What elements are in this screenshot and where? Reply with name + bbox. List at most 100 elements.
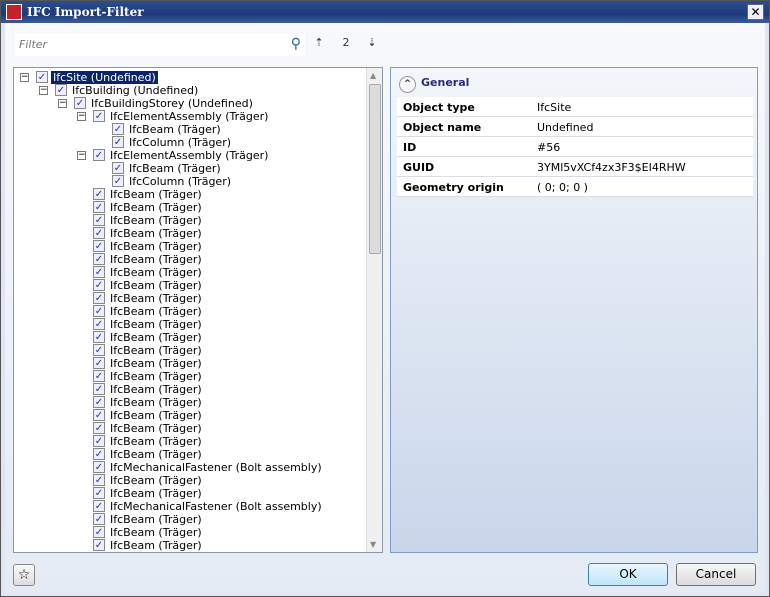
tree-item[interactable]: ✓IfcBeam (Träger) [14,409,364,422]
tree-item-checkbox[interactable]: ✓ [93,279,105,291]
tree-item-label[interactable]: IfcBeam (Träger) [108,474,204,487]
tree-item-label[interactable]: IfcElementAssembly (Träger) [108,149,270,162]
tree-item-label[interactable]: IfcBeam (Träger) [108,357,204,370]
tree-item-label[interactable]: IfcBeam (Träger) [108,552,204,553]
tree-item[interactable]: ✓ IfcColumn (Träger) [14,136,364,149]
tree-item-checkbox[interactable]: ✓ [93,409,105,421]
tree-item-label[interactable]: IfcBeam (Träger) [108,513,204,526]
tree-item[interactable]: ✓IfcBeam (Träger) [14,513,364,526]
tree-item[interactable]: ✓IfcBeam (Träger) [14,162,364,175]
tree-item[interactable]: − ✓ IfcBuildingStorey (Undefined) [14,97,364,110]
close-button[interactable]: ✕ [747,4,764,20]
tree-item[interactable]: ✓IfcBeam (Träger) [14,396,364,409]
tree-item-label[interactable]: IfcBeam (Träger) [108,539,204,552]
tree-item-checkbox[interactable]: ✓ [93,357,105,369]
tree-item-checkbox[interactable]: ✓ [74,97,86,109]
tree-item-label[interactable]: IfcBuildingStorey (Undefined) [89,97,255,110]
tree-item-label[interactable]: IfcColumn (Träger) [127,136,233,149]
tree-scrollbar[interactable]: ▲ ▼ [366,68,382,552]
tree-item-checkbox[interactable]: ✓ [93,305,105,317]
tree-item-label[interactable]: IfcBeam (Träger) [108,331,204,344]
tree-item-label[interactable]: IfcBeam (Träger) [108,201,204,214]
ifc-structure-tree[interactable]: ▲ ▼ − ✓ IfcSite (Undefined) − ✓ IfcBuilding (… [13,67,383,553]
tree-item-label[interactable]: IfcBeam (Träger) [127,123,223,136]
tree-item[interactable]: ✓IfcBeam (Träger) [14,344,364,357]
collapse-toggle-icon[interactable]: − [77,112,86,121]
general-section-header[interactable]: ^ General [399,76,469,93]
tree-item-checkbox[interactable]: ✓ [93,552,105,553]
tree-item-label[interactable]: IfcBeam (Träger) [108,279,204,292]
tree-item-label[interactable]: IfcColumn (Träger) [127,175,233,188]
tree-item-checkbox[interactable]: ✓ [93,396,105,408]
tree-item-label[interactable]: IfcBeam (Träger) [108,188,204,201]
tree-item-checkbox[interactable]: ✓ [93,383,105,395]
tree-item-checkbox[interactable]: ✓ [93,188,105,200]
tree-item-checkbox[interactable]: ✓ [36,71,48,83]
tree-item[interactable]: ✓IfcBeam (Träger) [14,305,364,318]
tree-item-checkbox[interactable]: ✓ [93,149,105,161]
tree-item-label[interactable]: IfcBeam (Träger) [108,253,204,266]
tree-item-label[interactable]: IfcMechanicalFastener (Bolt assembly) [108,461,324,474]
tree-item-checkbox[interactable]: ✓ [93,253,105,265]
tree-item-checkbox[interactable]: ✓ [93,526,105,538]
scroll-down-icon[interactable]: ▼ [370,540,376,549]
tree-item[interactable]: − ✓ IfcElementAssembly (Träger) [14,110,364,123]
tree-item[interactable]: ✓IfcBeam (Träger) [14,240,364,253]
tree-item-checkbox[interactable]: ✓ [112,175,124,187]
tree-item[interactable]: ✓IfcBeam (Träger) [14,370,364,383]
tree-item-checkbox[interactable]: ✓ [93,500,105,512]
tree-item[interactable]: ✓IfcBeam (Träger) [14,279,364,292]
tree-item[interactable]: ✓IfcBeam (Träger) [14,292,364,305]
tree-item-label[interactable]: IfcElementAssembly (Träger) [108,110,270,123]
tree-item[interactable]: ✓IfcBeam (Träger) [14,383,364,396]
tree-item[interactable]: ✓IfcBeam (Träger) [14,266,364,279]
tree-item-label[interactable]: IfcBeam (Träger) [108,409,204,422]
tree-item-checkbox[interactable]: ✓ [112,136,124,148]
tree-item-checkbox[interactable]: ✓ [93,344,105,356]
tree-item[interactable]: ✓ IfcMechanicalFastener (Bolt assembly) [14,500,364,513]
tree-item[interactable]: ✓IfcBeam (Träger) [14,487,364,500]
tree-item-label[interactable]: IfcBeam (Träger) [127,162,223,175]
tree-item-checkbox[interactable]: ✓ [112,123,124,135]
expand-level-button[interactable]: 2 [337,36,355,54]
tree-item-label[interactable]: IfcBeam (Träger) [108,344,204,357]
tree-item[interactable]: ✓IfcBeam (Träger) [14,331,364,344]
tree-item[interactable]: ✓IfcBeam (Träger) [14,357,364,370]
expand-all-button[interactable]: ⇣ [363,36,381,54]
tree-item-checkbox[interactable]: ✓ [93,201,105,213]
tree-item-checkbox[interactable]: ✓ [93,448,105,460]
tree-item[interactable]: ✓IfcBeam (Träger) [14,201,364,214]
collapse-toggle-icon[interactable]: − [39,86,48,95]
tree-item-label[interactable]: IfcBeam (Träger) [108,448,204,461]
tree-item-label[interactable]: IfcSite (Undefined) [51,71,158,84]
tree-item[interactable]: ✓IfcBeam (Träger) [14,539,364,552]
cancel-button[interactable]: Cancel [676,563,756,586]
tree-item-label[interactable]: IfcBeam (Träger) [108,305,204,318]
filter-input[interactable] [15,34,265,54]
scrollbar-thumb[interactable] [369,84,381,254]
tree-item-checkbox[interactable]: ✓ [93,513,105,525]
tree-item[interactable]: − ✓ IfcElementAssembly (Träger) [14,149,364,162]
favorites-button[interactable]: ☆ [13,564,35,586]
tree-item-checkbox[interactable]: ✓ [93,240,105,252]
tree-item-checkbox[interactable]: ✓ [93,422,105,434]
tree-item[interactable]: − ✓ IfcSite (Undefined) [14,71,364,84]
tree-item-label[interactable]: IfcBeam (Träger) [108,266,204,279]
tree-item-label[interactable]: IfcBeam (Träger) [108,318,204,331]
tree-item-checkbox[interactable]: ✓ [93,266,105,278]
chevron-up-icon[interactable]: ^ [399,76,416,93]
tree-item-checkbox[interactable]: ✓ [93,331,105,343]
tree-item-label[interactable]: IfcMechanicalFastener (Bolt assembly) [108,500,324,513]
tree-item[interactable]: ✓IfcBeam (Träger) [14,448,364,461]
tree-item[interactable]: ✓IfcBeam (Träger) [14,474,364,487]
tree-item-label[interactable]: IfcBeam (Träger) [108,396,204,409]
tree-item[interactable]: ✓IfcBeam (Träger) [14,318,364,331]
tree-item[interactable]: ✓ IfcMechanicalFastener (Bolt assembly) [14,461,364,474]
tree-item[interactable]: ✓IfcBeam (Träger) [14,552,364,553]
tree-item[interactable]: ✓IfcBeam (Träger) [14,435,364,448]
tree-item-checkbox[interactable]: ✓ [93,461,105,473]
tree-item[interactable]: ✓IfcBeam (Träger) [14,227,364,240]
tree-item-checkbox[interactable]: ✓ [112,162,124,174]
tree-item[interactable]: ✓IfcBeam (Träger) [14,253,364,266]
tree-item-label[interactable]: IfcBeam (Träger) [108,240,204,253]
